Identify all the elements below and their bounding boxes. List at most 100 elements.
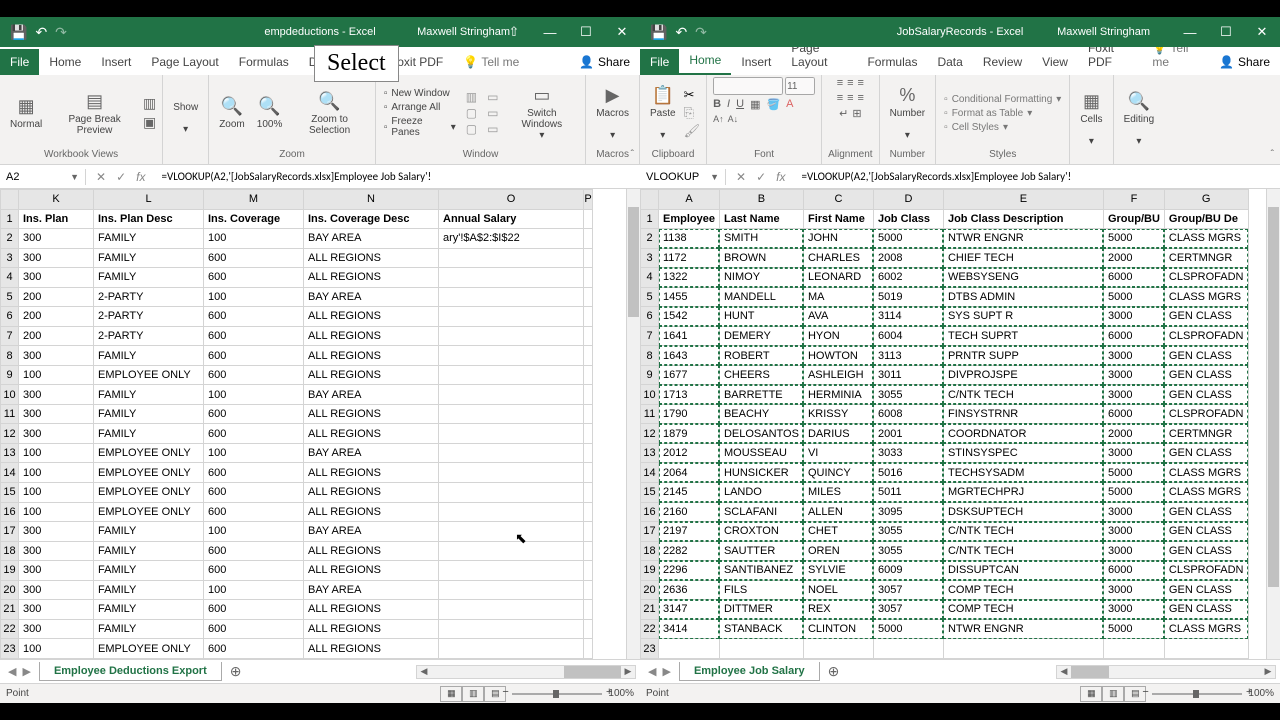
formula-bar[interactable]: =VLOOKUP(A2,'[JobSalaryRecords.xlsx]Empl… [795, 168, 1280, 185]
editing-button[interactable]: 🔍Editing▾ [1120, 89, 1159, 149]
zoom-100-button[interactable]: 🔍100% [253, 94, 287, 132]
tab-file[interactable]: File [0, 49, 39, 75]
align-bottom-icon[interactable]: ≡ [858, 77, 864, 89]
collapse-ribbon-icon[interactable]: ˆ [1271, 149, 1274, 160]
italic-icon[interactable]: I [727, 98, 730, 111]
undo-icon[interactable]: ↶ [35, 24, 47, 41]
tab-home[interactable]: Home [679, 47, 731, 75]
close-icon[interactable]: ✕ [1244, 18, 1280, 46]
macros-button[interactable]: ▶Macros▾ [592, 83, 633, 143]
name-box[interactable]: A2▼ [0, 169, 86, 185]
sheet-tab[interactable]: Employee Deductions Export [39, 662, 222, 681]
freeze-panes-button[interactable]: ▫ Freeze Panes ▾ [382, 115, 458, 139]
minimize-icon[interactable]: — [532, 18, 568, 46]
tab-page-layout[interactable]: Page Layout [141, 49, 228, 75]
tab-review[interactable]: Review [973, 49, 1032, 75]
minimize-icon[interactable]: — [1172, 18, 1208, 46]
enter-formula-icon[interactable]: ✓ [116, 170, 126, 184]
page-layout-icon[interactable]: ▥ [143, 95, 156, 112]
tab-home[interactable]: Home [39, 49, 91, 75]
copy-icon[interactable]: ⎘ [684, 105, 701, 121]
unhide-icon[interactable]: ▢ [466, 122, 477, 136]
format-painter-icon[interactable]: 🖌 [684, 123, 701, 139]
tab-file[interactable]: File [640, 49, 679, 75]
spreadsheet-grid[interactable]: ABCDEFG1EmployeeLast NameFirst NameJob C… [640, 189, 1249, 659]
save-icon[interactable]: 💾 [650, 24, 667, 41]
format-as-table-button[interactable]: ▫ Format as Table ▾ [942, 107, 1063, 120]
align-middle-icon[interactable]: ≡ [847, 77, 853, 89]
tab-data[interactable]: Data [927, 49, 972, 75]
font-family-select[interactable] [713, 77, 783, 95]
share-button[interactable]: 👤 Share [1209, 49, 1280, 75]
zoom-button[interactable]: 🔍Zoom [215, 94, 249, 132]
align-center-icon[interactable]: ≡ [847, 92, 853, 104]
close-icon[interactable]: ✕ [604, 18, 640, 46]
split-icon[interactable]: ▥ [466, 90, 477, 104]
collapse-ribbon-icon[interactable]: ˆ [631, 149, 634, 160]
page-layout-view-icon[interactable]: ▥ [462, 686, 484, 702]
enter-formula-icon[interactable]: ✓ [756, 170, 766, 184]
fx-icon[interactable]: fx [136, 170, 145, 184]
underline-icon[interactable]: U [736, 98, 744, 111]
custom-views-icon[interactable]: ▣ [143, 114, 156, 131]
tab-view[interactable]: View [1032, 49, 1078, 75]
add-sheet-icon[interactable]: ⊕ [222, 663, 250, 680]
redo-icon[interactable]: ↷ [55, 24, 67, 41]
normal-view-icon[interactable]: ▦ [1080, 686, 1102, 702]
conditional-formatting-button[interactable]: ▫ Conditional Formatting ▾ [942, 93, 1063, 106]
wrap-text-icon[interactable]: ↵ [839, 107, 848, 120]
name-box[interactable]: VLOOKUP▼ [640, 169, 726, 185]
number-format-button[interactable]: %Number▾ [886, 83, 930, 143]
side-by-side-icon[interactable]: ▭ [487, 90, 498, 104]
sheet-nav-next-icon[interactable]: ▶ [22, 665, 30, 678]
tell-me[interactable]: 💡 Tell me [453, 49, 529, 75]
maximize-icon[interactable]: ☐ [1208, 18, 1244, 46]
hide-icon[interactable]: ▢ [466, 106, 477, 120]
horizontal-scrollbar[interactable]: ◀▶ [1056, 665, 1276, 679]
sheet-nav-next-icon[interactable]: ▶ [662, 665, 670, 678]
font-size-select[interactable] [785, 77, 815, 95]
sheet-tab[interactable]: Employee Job Salary [679, 662, 820, 681]
spreadsheet-grid[interactable]: KLMNOP1Ins. PlanIns. Plan DescIns. Cover… [0, 189, 593, 659]
fx-icon[interactable]: fx [776, 170, 785, 184]
decrease-font-icon[interactable]: A↓ [728, 114, 739, 124]
cut-icon[interactable]: ✂ [684, 87, 701, 103]
align-left-icon[interactable]: ≡ [837, 92, 843, 104]
tab-formulas[interactable]: Formulas [857, 49, 927, 75]
fill-color-icon[interactable]: 🪣 [766, 98, 780, 111]
cancel-formula-icon[interactable]: ✕ [736, 170, 746, 184]
tab-insert[interactable]: Insert [731, 49, 781, 75]
arrange-all-button[interactable]: ▫ Arrange All [382, 101, 458, 114]
formula-bar[interactable]: =VLOOKUP(A2,'[JobSalaryRecords.xlsx]Empl… [155, 168, 640, 185]
share-win-icon[interactable]: ⇧ [496, 18, 532, 46]
redo-icon[interactable]: ↷ [695, 24, 707, 41]
show-button[interactable]: Show▾ [169, 100, 202, 137]
normal-view-icon[interactable]: ▦ [440, 686, 462, 702]
align-top-icon[interactable]: ≡ [837, 77, 843, 89]
switch-windows-button[interactable]: ▭Switch Windows ▾ [504, 83, 579, 143]
zoom-selection-button[interactable]: 🔍Zoom to Selection [290, 89, 369, 138]
border-icon[interactable]: ▦ [750, 98, 760, 111]
horizontal-scrollbar[interactable]: ◀▶ [416, 665, 636, 679]
zoom-slider[interactable] [1152, 693, 1242, 695]
add-sheet-icon[interactable]: ⊕ [820, 663, 848, 680]
cells-button[interactable]: ▦Cells▾ [1076, 89, 1106, 149]
sync-scroll-icon[interactable]: ▭ [487, 106, 498, 120]
new-window-button[interactable]: ▫ New Window [382, 87, 458, 100]
user-name[interactable]: Maxwell Stringham [1057, 26, 1150, 38]
reset-pos-icon[interactable]: ▭ [487, 122, 498, 136]
page-break-button[interactable]: ▤Page Break Preview [50, 89, 139, 138]
undo-icon[interactable]: ↶ [675, 24, 687, 41]
tab-formulas[interactable]: Formulas [229, 49, 299, 75]
maximize-icon[interactable]: ☐ [568, 18, 604, 46]
save-icon[interactable]: 💾 [10, 24, 27, 41]
align-right-icon[interactable]: ≡ [858, 92, 864, 104]
share-button[interactable]: 👤 Share [569, 49, 640, 75]
paste-button[interactable]: 📋Paste▾ [646, 83, 680, 143]
cancel-formula-icon[interactable]: ✕ [96, 170, 106, 184]
font-color-icon[interactable]: A [786, 98, 793, 111]
vertical-scrollbar[interactable] [626, 189, 640, 659]
bold-icon[interactable]: B [713, 98, 721, 111]
vertical-scrollbar[interactable] [1266, 189, 1280, 659]
cell-styles-button[interactable]: ▫ Cell Styles ▾ [942, 121, 1063, 134]
